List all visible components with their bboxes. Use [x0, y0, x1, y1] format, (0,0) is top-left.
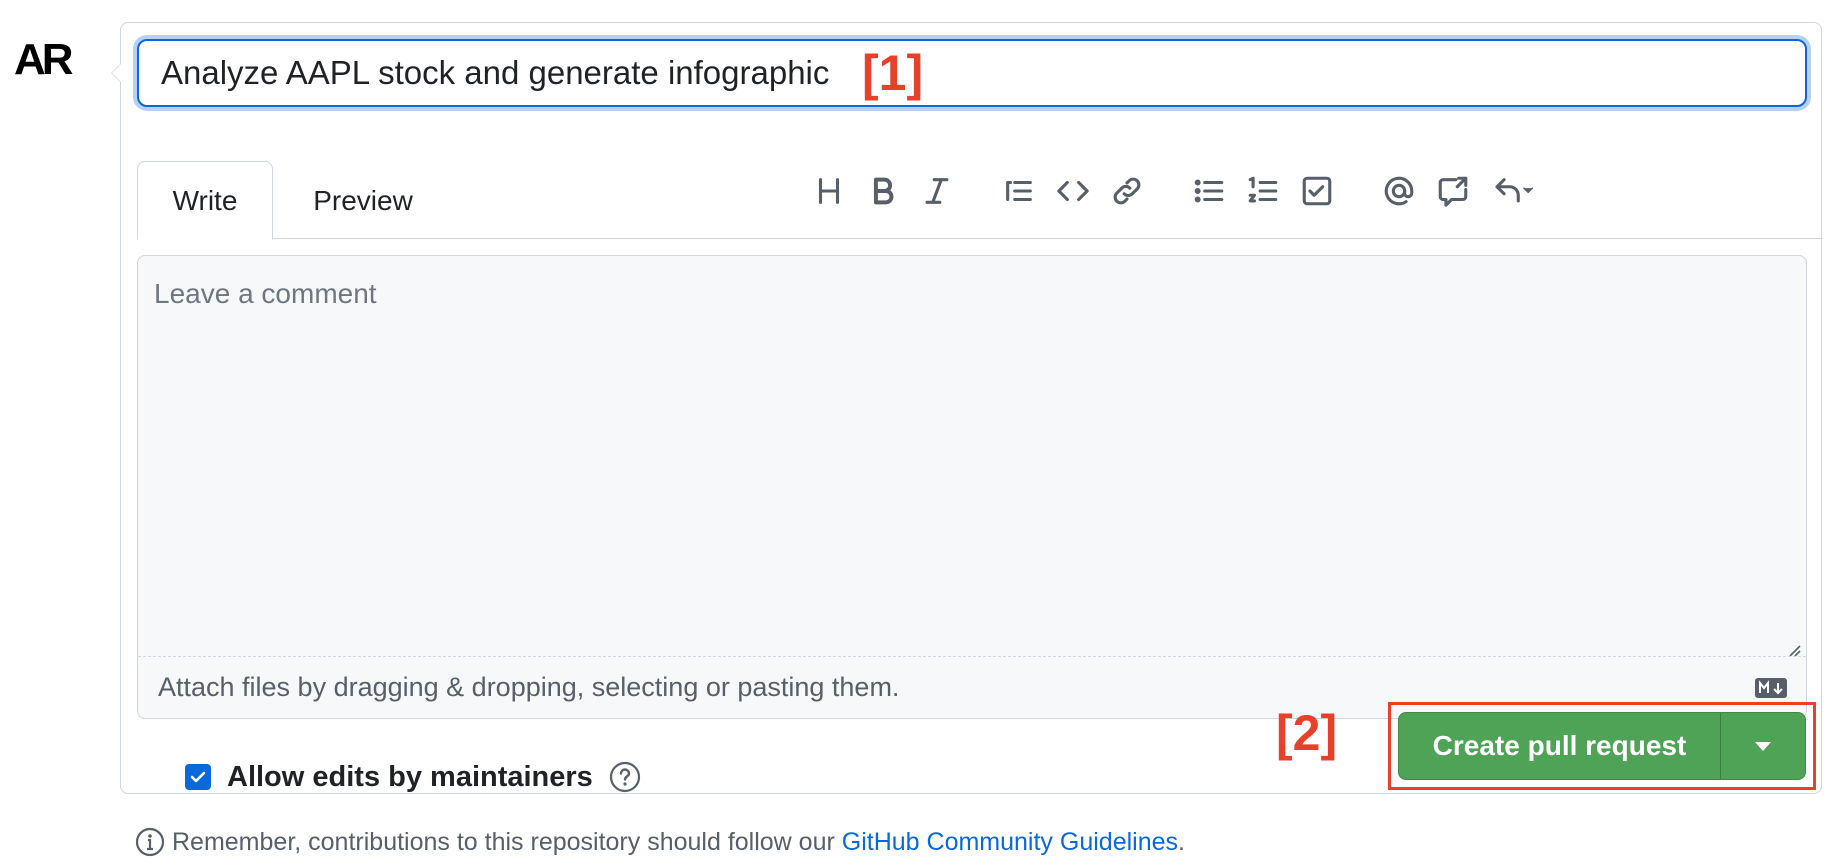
checkmark-icon	[190, 771, 206, 783]
italic-icon[interactable]	[915, 169, 959, 213]
editor-tabs-row: Write Preview	[137, 139, 1823, 240]
reply-icon[interactable]	[1485, 169, 1543, 213]
pr-title-value: Analyze AAPL stock and generate infograp…	[161, 54, 830, 91]
allow-edits-row: Allow edits by maintainers	[185, 757, 641, 797]
avatar[interactable]: AR	[14, 36, 84, 84]
tasklist-icon[interactable]	[1295, 169, 1339, 213]
create-options-dropdown[interactable]	[1721, 713, 1805, 779]
create-pull-request-label: Create pull request	[1432, 730, 1687, 761]
bold-icon[interactable]	[861, 169, 905, 213]
code-icon[interactable]	[1051, 169, 1095, 213]
pr-title-input[interactable]: Analyze AAPL stock and generate infograp…	[137, 39, 1807, 107]
markdown-toolbar	[137, 169, 1823, 213]
attach-files-hint: Attach files by dragging & dropping, sel…	[158, 672, 900, 702]
unordered-list-icon[interactable]	[1187, 169, 1231, 213]
mention-icon[interactable]	[1377, 169, 1421, 213]
allow-edits-checkbox[interactable]	[185, 764, 211, 790]
annotation-marker-2: [2]	[1276, 705, 1338, 761]
cross-reference-icon[interactable]	[1431, 169, 1475, 213]
comment-placeholder: Leave a comment	[154, 278, 377, 309]
question-icon[interactable]	[609, 761, 641, 793]
pull-request-form: Analyze AAPL stock and generate infograp…	[111, 22, 1823, 797]
allow-edits-label[interactable]: Allow edits by maintainers	[227, 761, 593, 794]
comment-textarea[interactable]: Leave a comment Attach files by dragging…	[137, 255, 1807, 719]
annotation-marker-1: [1]	[862, 45, 924, 101]
speech-caret-inner	[112, 64, 121, 82]
info-icon	[135, 827, 165, 857]
ordered-list-icon[interactable]	[1241, 169, 1285, 213]
heading-icon[interactable]	[807, 169, 851, 213]
community-guidelines-link[interactable]: GitHub Community Guidelines	[842, 828, 1178, 857]
create-pull-request-button-group: Create pull request	[1398, 712, 1806, 780]
notice-text: Remember, contributions to this reposito…	[172, 827, 842, 856]
create-pull-request-button[interactable]: Create pull request	[1399, 713, 1721, 779]
link-icon[interactable]	[1105, 169, 1149, 213]
contribution-notice: Remember, contributions to this reposito…	[134, 826, 1185, 858]
notice-period: .	[1178, 827, 1185, 856]
quote-icon[interactable]	[997, 169, 1041, 213]
triangle-down-icon	[1755, 741, 1771, 751]
markdown-icon[interactable]	[1754, 677, 1788, 699]
